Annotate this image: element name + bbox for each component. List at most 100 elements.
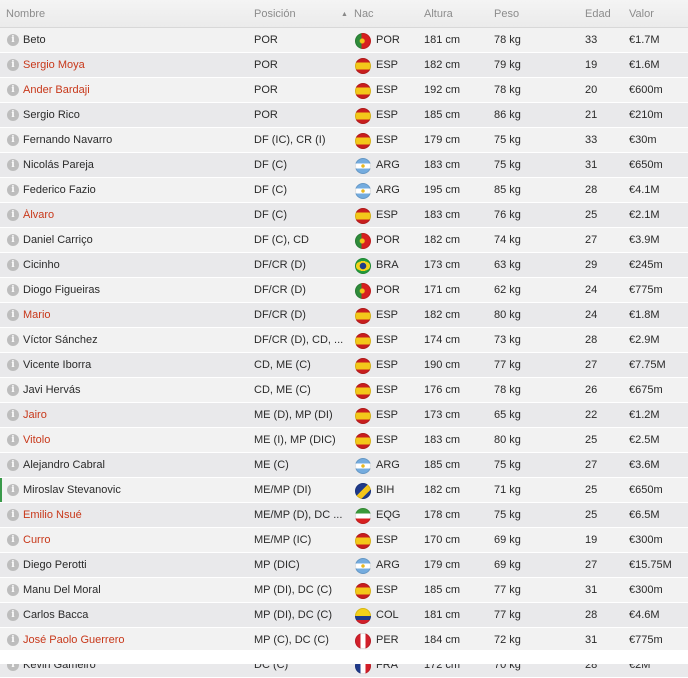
table-row[interactable]: i Carlos Bacca MP (DI), DC (C) COL 181 cm 77 … [0, 603, 688, 628]
player-name-link[interactable]: Federico Fazio [23, 184, 248, 196]
player-name-link[interactable]: Curro [23, 534, 248, 546]
table-row[interactable]: i Jairo ME (D), MP (DI) ESP 173 cm 65 kg 22 €1.… [0, 403, 688, 428]
flag-icon [355, 633, 371, 649]
player-name-link[interactable]: Víctor Sánchez [23, 334, 248, 346]
player-name-link[interactable]: Carlos Bacca [23, 609, 248, 621]
player-info-icon[interactable]: i [7, 409, 19, 421]
player-age: 27 [585, 559, 598, 571]
player-info-icon[interactable]: i [7, 434, 19, 446]
player-name-link[interactable]: Vitolo [23, 434, 248, 446]
player-name-link[interactable]: Emilio Nsué [23, 509, 248, 521]
player-name-link[interactable]: Álvaro [23, 209, 248, 221]
player-name-link[interactable]: Sergio Moya [23, 59, 248, 71]
table-row[interactable]: i Daniel Carriço DF (C), CD POR 182 cm 74 kg 2… [0, 228, 688, 253]
player-name-link[interactable]: Javi Hervás [23, 384, 248, 396]
player-info-icon[interactable]: i [7, 384, 19, 396]
player-info-icon[interactable]: i [7, 484, 19, 496]
player-name-link[interactable]: Daniel Carriço [23, 234, 248, 246]
player-info-icon[interactable]: i [7, 34, 19, 46]
column-header-position[interactable]: Posición [254, 8, 296, 20]
column-header-weight[interactable]: Peso [494, 8, 519, 20]
table-row[interactable]: i Sergio Moya POR ESP 182 cm 79 kg 19 €1.6M [0, 53, 688, 78]
column-header-height[interactable]: Altura [424, 8, 453, 20]
player-name-link[interactable]: Fernando Navarro [23, 134, 248, 146]
table-row[interactable]: i Sergio Rico POR ESP 185 cm 86 kg 21 €210m [0, 103, 688, 128]
player-info-icon[interactable]: i [7, 459, 19, 471]
flag-icon [355, 358, 371, 374]
player-info-icon[interactable]: i [7, 534, 19, 546]
table-row[interactable]: i Vitolo ME (I), MP (DIC) ESP 183 cm 80 kg 25 €… [0, 428, 688, 453]
player-info-icon[interactable]: i [7, 84, 19, 96]
table-row[interactable]: i Diogo Figueiras DF/CR (D) POR 171 cm 62 kg 2… [0, 278, 688, 303]
player-height: 183 cm [424, 209, 461, 221]
player-info-icon[interactable]: i [7, 334, 19, 346]
table-row[interactable]: i Cicinho DF/CR (D) BRA 173 cm 63 kg 29 €245m [0, 253, 688, 278]
player-info-icon[interactable]: i [7, 309, 19, 321]
table-row[interactable]: i Álvaro DF (C) ESP 183 cm 76 kg 25 €2.1M [0, 203, 688, 228]
player-name-link[interactable]: Sergio Rico [23, 109, 248, 121]
table-row[interactable]: i Javi Hervás CD, ME (C) ESP 176 cm 78 kg 26 €6… [0, 378, 688, 403]
table-row[interactable]: i Emilio Nsué ME/MP (D), DC ... EQG 178 cm 75… [0, 503, 688, 528]
table-row[interactable]: i Alejandro Cabral ME (C) ARG 185 cm 75 kg 27 €… [0, 453, 688, 478]
player-height: 176 cm [424, 384, 461, 396]
player-nationality: ESP [376, 109, 399, 121]
player-name-link[interactable]: Jairo [23, 409, 248, 421]
player-name-link[interactable]: Manu Del Moral [23, 584, 248, 596]
player-name-link[interactable]: Diogo Figueiras [23, 284, 248, 296]
player-info-icon[interactable]: i [7, 59, 19, 71]
table-row[interactable]: i Miroslav Stevanovic ME/MP (DI) BIH 182 cm 7… [0, 478, 688, 503]
player-info-icon[interactable]: i [7, 609, 19, 621]
column-header-nationality[interactable]: Nac [354, 8, 374, 20]
table-row[interactable]: i Ander Bardaji POR ESP 192 cm 78 kg 20 €600m [0, 78, 688, 103]
player-name-link[interactable]: Diego Perotti [23, 559, 248, 571]
player-info-icon[interactable]: i [7, 259, 19, 271]
player-info-icon[interactable]: i [7, 559, 19, 571]
player-weight: 78 kg [494, 384, 521, 396]
player-name-link[interactable]: Miroslav Stevanovic [23, 484, 248, 496]
player-name-link[interactable]: Cicinho [23, 259, 248, 271]
player-name-link[interactable]: Nicolás Pareja [23, 159, 248, 171]
player-weight: 77 kg [494, 359, 521, 371]
player-info-icon[interactable]: i [7, 634, 19, 646]
table-row[interactable]: i Federico Fazio DF (C) ARG 195 cm 85 kg 28 €4.… [0, 178, 688, 203]
player-height: 179 cm [424, 559, 461, 571]
table-row[interactable]: i Fernando Navarro DF (IC), CR (I) ESP 179 c… [0, 128, 688, 153]
player-info-icon[interactable]: i [7, 159, 19, 171]
player-name-link[interactable]: Alejandro Cabral [23, 459, 248, 471]
player-nationality: ARG [376, 184, 400, 196]
table-row[interactable]: i Vicente Iborra CD, ME (C) ESP 190 cm 77 kg 2… [0, 353, 688, 378]
flag-icon [355, 333, 371, 349]
player-position: MP (C), DC (C) [254, 634, 329, 646]
flag-icon [355, 533, 371, 549]
player-name-link[interactable]: Mario [23, 309, 248, 321]
table-row[interactable]: i Diego Perotti MP (DIC) ARG 179 cm 69 kg 27 €1… [0, 553, 688, 578]
player-info-icon[interactable]: i [7, 584, 19, 596]
player-info-icon[interactable]: i [7, 184, 19, 196]
player-info-icon[interactable]: i [7, 109, 19, 121]
player-info-icon[interactable]: i [7, 284, 19, 296]
column-header-age[interactable]: Edad [585, 8, 611, 20]
sort-ascending-icon[interactable]: ▲ [341, 11, 348, 18]
player-info-icon[interactable]: i [7, 234, 19, 246]
table-row[interactable]: i Curro ME/MP (IC) ESP 170 cm 69 kg 19 €300m [0, 528, 688, 553]
player-height: 182 cm [424, 484, 461, 496]
player-name-link[interactable]: José Paolo Guerrero [23, 634, 248, 646]
player-info-icon[interactable]: i [7, 509, 19, 521]
player-weight: 78 kg [494, 84, 521, 96]
player-position: POR [254, 109, 278, 121]
table-row[interactable]: i Beto POR POR 181 cm 78 kg 33 €1.7M [0, 28, 688, 53]
table-row[interactable]: i Mario DF/CR (D) ESP 182 cm 80 kg 24 €1.8M [0, 303, 688, 328]
table-row[interactable]: i Nicolás Pareja DF (C) ARG 183 cm 75 kg 31 €65… [0, 153, 688, 178]
table-row[interactable]: i Manu Del Moral MP (DI), DC (C) ESP 185 cm 7… [0, 578, 688, 603]
player-info-icon[interactable]: i [7, 359, 19, 371]
table-row[interactable]: i Víctor Sánchez DF/CR (D), CD, ... ESP 174 … [0, 328, 688, 353]
flag-icon [355, 483, 371, 499]
column-header-value[interactable]: Valor [629, 8, 654, 20]
player-nationality: ARG [376, 459, 400, 471]
player-info-icon[interactable]: i [7, 209, 19, 221]
column-header-name[interactable]: Nombre [6, 8, 45, 20]
player-info-icon[interactable]: i [7, 134, 19, 146]
player-name-link[interactable]: Beto [23, 34, 248, 46]
player-name-link[interactable]: Vicente Iborra [23, 359, 248, 371]
player-name-link[interactable]: Ander Bardaji [23, 84, 248, 96]
